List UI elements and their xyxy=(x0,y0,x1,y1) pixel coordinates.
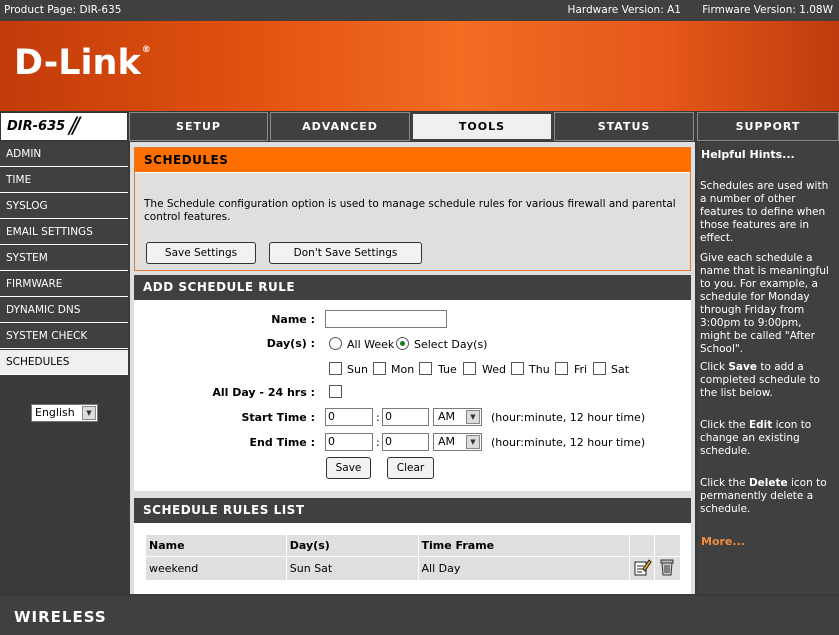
slash-decoration-icon: // xyxy=(69,114,80,139)
colon-separator: : xyxy=(376,411,380,424)
firmware-version-text: Firmware Version: 1.08W xyxy=(702,4,833,16)
day-sat-checkbox[interactable] xyxy=(593,362,606,375)
chevron-down-icon: ▼ xyxy=(466,435,480,449)
save-settings-button[interactable]: Save Settings xyxy=(146,242,256,264)
language-select[interactable]: English ▼ xyxy=(31,404,98,422)
hint-paragraph-4: Click the Edit icon to change an existin… xyxy=(700,419,812,457)
helpful-hints-panel: Helpful Hints... Schedules are used with… xyxy=(697,142,839,594)
select-days-label: Select Day(s) xyxy=(414,338,488,351)
schedules-description: The Schedule configuration option is use… xyxy=(144,198,676,223)
day-sun-label: Sun xyxy=(347,363,368,376)
row-time-frame: All Day xyxy=(417,556,630,581)
header-banner: D-Link® xyxy=(0,21,839,111)
colon-separator: : xyxy=(376,436,380,449)
sidebar-item-schedules[interactable]: SCHEDULES xyxy=(0,350,128,375)
tab-tools[interactable]: TOOLS xyxy=(411,112,553,141)
select-days-radio[interactable] xyxy=(396,337,409,350)
schedule-rules-list-title: SCHEDULE RULES LIST xyxy=(134,498,691,523)
delete-icon[interactable] xyxy=(653,556,682,581)
day-tue-label: Tue xyxy=(438,363,457,376)
add-schedule-rule-title: ADD SCHEDULE RULE xyxy=(134,275,691,300)
add-schedule-rule-section: ADD SCHEDULE RULE Name : Day(s) : All We… xyxy=(134,275,691,491)
more-link[interactable]: More... xyxy=(701,535,745,548)
table-header-row: Name Day(s) Time Frame xyxy=(145,534,682,557)
all-week-label: All Week xyxy=(347,338,395,351)
sidebar-item-system-check[interactable]: SYSTEM CHECK xyxy=(0,324,128,349)
tab-status[interactable]: STATUS xyxy=(554,112,694,141)
sidebar-item-email-settings[interactable]: EMAIL SETTINGS xyxy=(0,220,128,245)
tab-advanced[interactable]: ADVANCED xyxy=(270,112,410,141)
schedules-title: SCHEDULES xyxy=(135,148,690,173)
start-hour-input[interactable]: 0 xyxy=(325,408,373,426)
model-label: DIR-635 // xyxy=(0,112,128,141)
sidebar-item-syslog[interactable]: SYSLOG xyxy=(0,194,128,219)
sidebar-item-time[interactable]: TIME xyxy=(0,168,128,193)
day-wed-checkbox[interactable] xyxy=(463,362,476,375)
column-header-delete xyxy=(653,534,682,557)
day-wed-label: Wed xyxy=(482,363,506,376)
name-label: Name : xyxy=(271,313,315,326)
hint-paragraph-5: Click the Delete icon to permanently del… xyxy=(700,477,827,515)
all-week-radio[interactable] xyxy=(329,337,342,350)
day-thu-label: Thu xyxy=(529,363,550,376)
start-time-label: Start Time : xyxy=(241,411,315,424)
day-fri-label: Fri xyxy=(574,363,588,376)
table-row: weekend Sun Sat All Day xyxy=(145,556,682,581)
hardware-version-text: Hardware Version: A1 xyxy=(567,4,681,16)
dont-save-settings-button[interactable]: Don't Save Settings xyxy=(269,242,422,264)
sidebar-item-admin[interactable]: ADMIN xyxy=(0,142,128,167)
start-minute-input[interactable]: 0 xyxy=(382,408,429,426)
time-format-hint: (hour:minute, 12 hour time) xyxy=(491,436,646,449)
end-time-label: End Time : xyxy=(249,436,315,449)
main-content: SCHEDULES The Schedule configuration opt… xyxy=(130,142,695,594)
column-header-time-frame: Time Frame xyxy=(417,534,630,557)
row-name: weekend xyxy=(145,556,287,581)
dlink-logo: D-Link® xyxy=(14,43,151,83)
chevron-down-icon: ▼ xyxy=(466,410,480,424)
sidebar-item-firmware[interactable]: FIRMWARE xyxy=(0,272,128,297)
end-ampm-select[interactable]: AM ▼ xyxy=(433,433,482,451)
tab-support[interactable]: SUPPORT xyxy=(697,112,839,141)
product-page-text: Product Page: DIR-635 xyxy=(4,4,122,16)
sidebar-item-dynamic-dns[interactable]: DYNAMIC DNS xyxy=(0,298,128,323)
top-navigation: DIR-635 // SETUP ADVANCED TOOLS STATUS S… xyxy=(0,112,839,141)
sidebar: ADMIN TIME SYSLOG EMAIL SETTINGS SYSTEM … xyxy=(0,142,128,594)
footer: WIRELESS xyxy=(0,596,839,635)
end-hour-input[interactable]: 0 xyxy=(325,433,373,451)
column-header-name: Name xyxy=(145,534,287,557)
edit-icon[interactable] xyxy=(628,556,655,581)
tab-setup[interactable]: SETUP xyxy=(129,112,268,141)
time-format-hint: (hour:minute, 12 hour time) xyxy=(491,411,646,424)
day-mon-checkbox[interactable] xyxy=(373,362,386,375)
all-day-checkbox[interactable] xyxy=(329,385,342,398)
start-ampm-select[interactable]: AM ▼ xyxy=(433,408,482,426)
hint-paragraph-1: Schedules are used with a number of othe… xyxy=(700,180,829,244)
day-tue-checkbox[interactable] xyxy=(419,362,432,375)
schedule-rules-table: Name Day(s) Time Frame weekend Sun Sat A… xyxy=(145,534,682,581)
sidebar-item-system[interactable]: SYSTEM xyxy=(0,246,128,271)
all-day-label: All Day - 24 hrs : xyxy=(212,386,315,399)
chevron-down-icon: ▼ xyxy=(82,406,96,420)
days-label: Day(s) : xyxy=(266,337,315,350)
day-fri-checkbox[interactable] xyxy=(555,362,568,375)
column-header-days: Day(s) xyxy=(285,534,419,557)
day-sat-label: Sat xyxy=(611,363,630,376)
schedule-rules-list-section: SCHEDULE RULES LIST Name Day(s) Time Fra… xyxy=(134,498,691,594)
hints-title: Helpful Hints... xyxy=(701,148,795,161)
schedules-section: SCHEDULES The Schedule configuration opt… xyxy=(134,147,691,271)
row-days: Sun Sat xyxy=(285,556,419,581)
top-info-bar: Product Page: DIR-635 Hardware Version: … xyxy=(0,0,839,21)
name-input[interactable] xyxy=(325,310,447,328)
day-thu-checkbox[interactable] xyxy=(511,362,524,375)
hint-paragraph-2: Give each schedule a name that is meanin… xyxy=(700,252,829,355)
clear-button[interactable]: Clear xyxy=(387,457,434,479)
day-sun-checkbox[interactable] xyxy=(329,362,342,375)
end-minute-input[interactable]: 0 xyxy=(382,433,429,451)
wireless-logo: WIRELESS xyxy=(14,608,107,626)
save-button[interactable]: Save xyxy=(326,457,371,479)
column-header-edit xyxy=(628,534,655,557)
day-mon-label: Mon xyxy=(391,363,415,376)
hint-paragraph-3: Click Save to add a completed schedule t… xyxy=(700,361,820,399)
